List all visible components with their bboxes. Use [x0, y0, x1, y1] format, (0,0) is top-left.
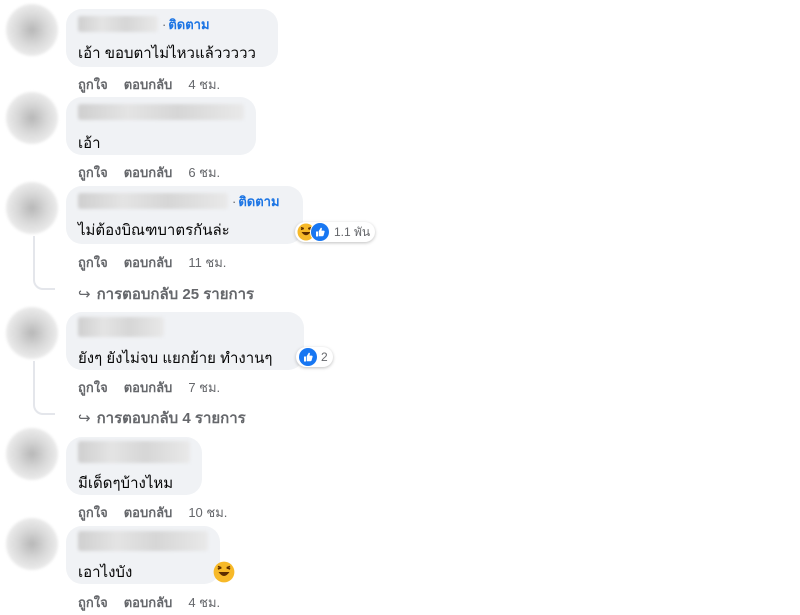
- haha-icon[interactable]: [213, 561, 235, 583]
- avatar[interactable]: [6, 182, 58, 234]
- comment-text: เอาไงบัง: [78, 564, 133, 581]
- timestamp[interactable]: 11 ชม.: [188, 255, 226, 270]
- reply-link[interactable]: ตอบกลับ: [124, 380, 173, 395]
- like-link[interactable]: ถูกใจ: [78, 77, 108, 92]
- commenter-name-row: [78, 441, 190, 463]
- reply-link[interactable]: ตอบกลับ: [124, 255, 173, 270]
- follow-link[interactable]: · ติดตาม: [232, 191, 280, 212]
- comment-text: ไม่ต้องบิณฑบาตรกันล่ะ: [78, 222, 230, 239]
- comment-actions: ถูกใจ ตอบกลับ 11 ชม.: [78, 252, 242, 273]
- comment-text: ยังๆ ยังไม่จบ แยกย้าย ทำงานๆ: [78, 350, 273, 367]
- comment-text: เอ้า: [78, 135, 101, 152]
- like-icon: [299, 348, 317, 366]
- reply-thread-line: [33, 236, 55, 290]
- commenter-name-row: [78, 317, 164, 337]
- like-icon: [310, 222, 330, 242]
- commenter-name-blurred[interactable]: [78, 531, 208, 551]
- reaction-summary[interactable]: 2: [296, 347, 333, 367]
- timestamp[interactable]: 6 ชม.: [188, 165, 220, 180]
- commenter-name-blurred[interactable]: [78, 441, 190, 463]
- reaction-count: 2: [321, 350, 328, 364]
- reaction-count: 1.1 พัน: [334, 224, 371, 239]
- comment-bubble: เอาไงบัง: [66, 526, 220, 584]
- commenter-name-row: · ติดตาม: [78, 192, 280, 210]
- reply-link[interactable]: ตอบกลับ: [124, 595, 173, 610]
- reaction-summary[interactable]: 1.1 พัน: [295, 222, 376, 242]
- avatar[interactable]: [6, 92, 58, 144]
- like-link[interactable]: ถูกใจ: [78, 380, 108, 395]
- commenter-name-row: · ติดตาม: [78, 15, 210, 33]
- reply-thread-line: [33, 361, 55, 415]
- commenter-name-blurred[interactable]: [78, 193, 228, 209]
- comment-text: เอ้า ขอบตาไม่ไหวแล้ววววว: [78, 45, 256, 62]
- comment-actions: ถูกใจ ตอบกลับ 4 ชม.: [78, 74, 236, 95]
- commenter-name-blurred[interactable]: [78, 16, 158, 32]
- commenter-name-row: [78, 531, 208, 551]
- follow-link[interactable]: · ติดตาม: [162, 14, 210, 35]
- reply-link[interactable]: ตอบกลับ: [124, 165, 173, 180]
- avatar[interactable]: [6, 518, 58, 570]
- commenter-name-row: [78, 103, 244, 121]
- avatar[interactable]: [6, 4, 58, 56]
- comment-bubble: มีเด็ดๆบ้างไหม: [66, 437, 202, 495]
- reply-link[interactable]: ตอบกลับ: [124, 77, 173, 92]
- reply-arrow-icon: ↪: [78, 410, 91, 427]
- comment-bubble: เอ้า: [66, 97, 256, 155]
- comment-bubble: ยังๆ ยังไม่จบ แยกย้าย ทำงานๆ: [66, 312, 304, 370]
- comment-actions: ถูกใจ ตอบกลับ 7 ชม.: [78, 377, 236, 398]
- like-link[interactable]: ถูกใจ: [78, 165, 108, 180]
- like-link[interactable]: ถูกใจ: [78, 505, 108, 520]
- timestamp[interactable]: 10 ชม.: [188, 505, 227, 520]
- comment-actions: ถูกใจ ตอบกลับ 6 ชม.: [78, 162, 236, 183]
- view-replies-link[interactable]: ↪ การตอบกลับ 25 รายการ: [78, 282, 254, 306]
- reply-link[interactable]: ตอบกลับ: [124, 505, 173, 520]
- comment-bubble: · ติดตาม ไม่ต้องบิณฑบาตรกันล่ะ: [66, 186, 303, 244]
- timestamp[interactable]: 4 ชม.: [188, 77, 220, 92]
- avatar[interactable]: [6, 428, 58, 480]
- commenter-name-blurred[interactable]: [78, 317, 164, 337]
- reply-arrow-icon: ↪: [78, 286, 91, 303]
- commenter-name-blurred[interactable]: [78, 104, 244, 120]
- comment-actions: ถูกใจ ตอบกลับ 4 ชม.: [78, 592, 236, 613]
- like-link[interactable]: ถูกใจ: [78, 255, 108, 270]
- comment-actions: ถูกใจ ตอบกลับ 10 ชม.: [78, 502, 243, 523]
- comment-text: มีเด็ดๆบ้างไหม: [78, 475, 174, 492]
- avatar[interactable]: [6, 307, 58, 359]
- comment-bubble: · ติดตาม เอ้า ขอบตาไม่ไหวแล้ววววว: [66, 9, 278, 67]
- timestamp[interactable]: 4 ชม.: [188, 595, 220, 610]
- view-replies-link[interactable]: ↪ การตอบกลับ 4 รายการ: [78, 406, 246, 430]
- like-link[interactable]: ถูกใจ: [78, 595, 108, 610]
- timestamp[interactable]: 7 ชม.: [188, 380, 220, 395]
